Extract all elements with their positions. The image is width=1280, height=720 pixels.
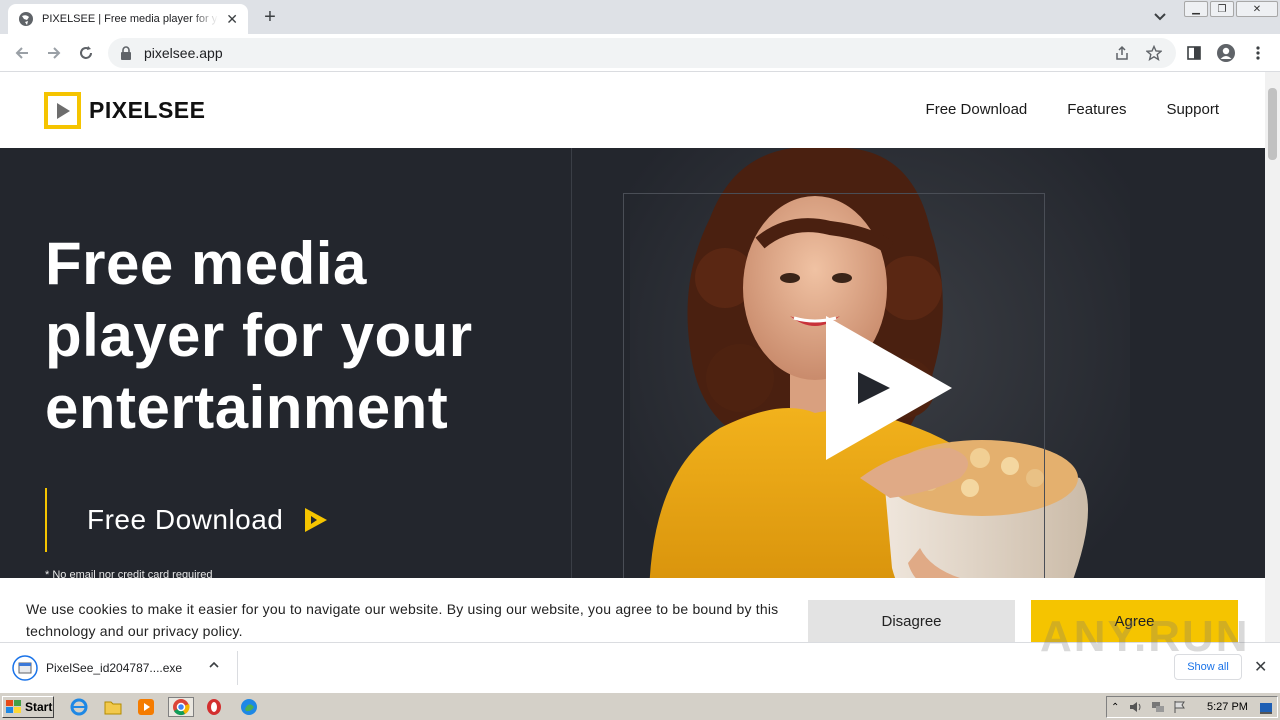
hero-section: Free media player for your entertainment… [0,148,1265,642]
nav-features[interactable]: Features [1067,101,1126,118]
site-logo[interactable]: PIXELSEE [44,92,205,129]
nav-support[interactable]: Support [1166,101,1219,118]
back-button[interactable] [10,41,34,65]
window-controls: ▁ ❐ ✕ [1182,0,1278,18]
tab-title: PIXELSEE | Free media player for your en… [42,13,218,25]
cookie-banner: We use cookies to make it easier for you… [0,578,1265,642]
hero-frame-outline [623,193,1045,642]
bookmark-star-icon[interactable] [1142,41,1166,65]
windows-taskbar: Start ⌃ 5:27 PM [0,692,1280,720]
download-file-name: PixelSee_id204787....exe [46,661,183,675]
show-desktop-icon[interactable] [1259,701,1273,715]
edge-icon[interactable] [238,697,260,717]
address-bar[interactable]: pixelsee.app [108,38,1176,68]
close-window-button[interactable]: ✕ [1236,1,1278,17]
browser-toolbar: pixelsee.app [0,34,1280,72]
minimize-button[interactable]: ▁ [1184,1,1208,17]
play-arrow-icon [305,508,328,532]
media-player-icon[interactable] [135,697,157,717]
nav-free-download[interactable]: Free Download [926,101,1028,118]
hero-title-line: entertainment [45,374,449,441]
system-tray: ⌃ 5:27 PM [1106,696,1278,718]
exe-file-icon [12,655,38,681]
logo-text: PIXELSEE [89,97,206,123]
back-arrow-icon [15,47,28,59]
hero-divider [571,148,572,642]
logo-play-icon [44,92,81,129]
forward-button[interactable] [42,41,66,65]
globe-icon [19,12,33,26]
share-icon[interactable] [1110,41,1134,65]
cookie-text: We use cookies to make it easier for you… [26,601,779,639]
page-scrollbar[interactable] [1265,72,1280,642]
network-icon[interactable] [1151,700,1165,714]
chrome-icon [173,699,190,716]
reload-icon [80,46,92,59]
hero-title-line: player for your [45,302,473,369]
lock-icon [121,46,131,60]
tab-close-icon[interactable]: ✕ [226,11,238,28]
url-text: pixelsee.app [144,45,223,61]
hero-title: Free media player for your entertainment [45,228,565,444]
show-all-button[interactable]: Show all [1174,654,1242,680]
browser-tab-strip: PIXELSEE | Free media player for your en… [0,0,1280,34]
tray-expand-icon[interactable]: ⌃ [1111,702,1119,713]
ie-icon[interactable] [68,697,90,717]
new-tab-button[interactable]: + [258,6,282,28]
chevron-up-icon[interactable] [208,659,220,671]
browser-tab-active[interactable]: PIXELSEE | Free media player for your en… [8,4,248,34]
opera-icon[interactable] [203,697,225,717]
side-panel-icon[interactable] [1182,41,1206,65]
page-viewport: PIXELSEE Free Download Features Support [0,72,1265,642]
free-download-cta-button[interactable]: Free Download [45,488,329,552]
tab-search-chevron-icon[interactable] [1150,8,1170,26]
forward-arrow-icon [48,47,61,59]
volume-icon[interactable] [1129,700,1143,714]
scrollbar-thumb[interactable] [1268,88,1277,160]
disagree-button[interactable]: Disagree [808,600,1015,642]
cta-label: Free Download [87,504,284,535]
chrome-taskbar-button[interactable] [168,697,194,717]
site-header: PIXELSEE Free Download Features Support [0,72,1265,148]
start-label: Start [25,700,53,714]
taskbar-clock: 5:27 PM [1207,701,1248,713]
flag-icon[interactable] [1173,700,1187,714]
reload-button[interactable] [74,41,98,65]
hero-title-line: Free media [45,230,367,297]
folder-icon[interactable] [102,697,124,717]
close-download-bar-icon[interactable]: ✕ [1254,657,1267,677]
agree-button[interactable]: Agree [1031,600,1238,642]
download-bar: PixelSee_id204787....exe Show all ✕ [0,642,1280,692]
menu-kebab-icon[interactable] [1246,41,1270,65]
start-button[interactable]: Start [2,696,54,718]
profile-avatar-icon[interactable] [1214,41,1238,65]
restore-button[interactable]: ❐ [1210,1,1234,17]
site-nav: Free Download Features Support [926,101,1219,118]
windows-logo-icon [6,700,21,713]
download-item[interactable]: PixelSee_id204787....exe [12,651,238,685]
